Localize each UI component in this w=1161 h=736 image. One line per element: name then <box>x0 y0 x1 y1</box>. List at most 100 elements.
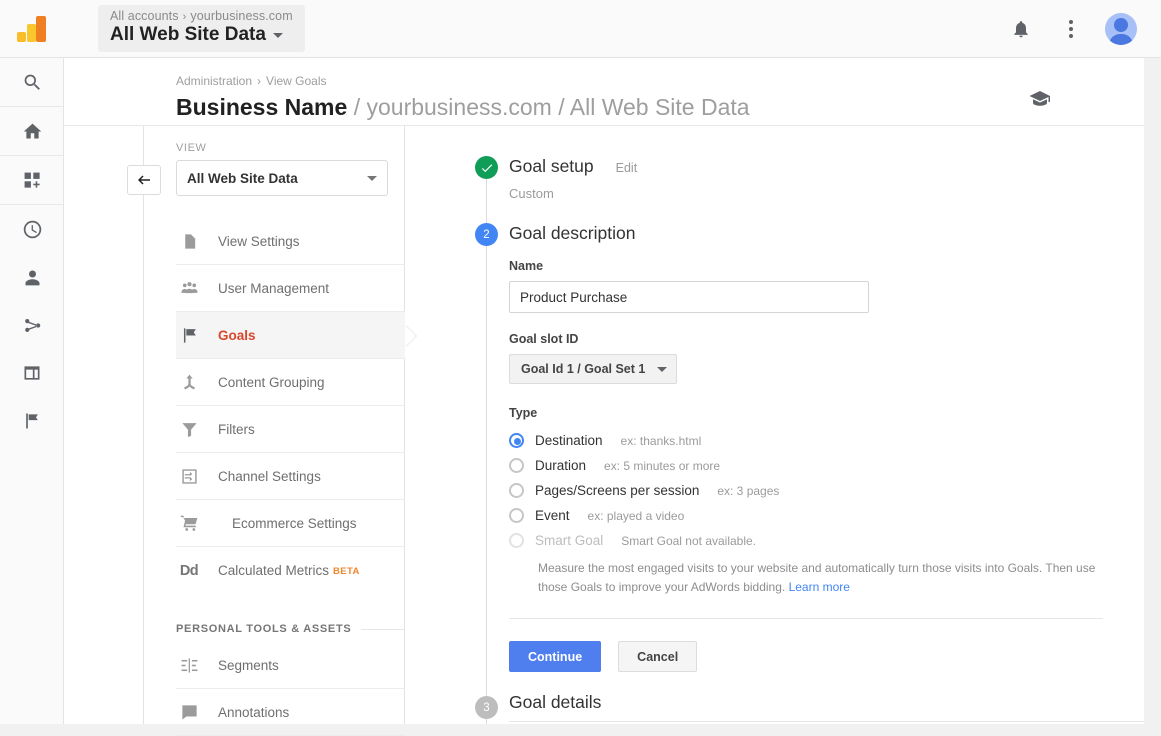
shopping-cart-icon <box>178 514 200 533</box>
dd-icon: Dd <box>179 562 199 579</box>
breadcrumb-separator-icon: › <box>257 74 262 88</box>
page-title: Business Name / yourbusiness.com / All W… <box>176 94 1144 121</box>
step-1-check-icon <box>475 156 498 179</box>
radio-pages-per-session[interactable]: Pages/Screens per session ex: 3 pages <box>509 478 1144 503</box>
sidebar-item-label-ecommerce: Ecommerce Settings <box>232 515 357 531</box>
view-nav-list: View Settings User Management Goals Cont… <box>140 218 416 736</box>
funnel-icon <box>178 420 200 439</box>
view-name-title[interactable]: All Web Site Data <box>110 24 293 46</box>
step-goal-setup: Goal setup Edit Custom <box>405 156 1144 201</box>
sidebar-item-label: User Management <box>218 280 330 296</box>
flag-icon <box>178 326 200 345</box>
document-icon <box>178 233 200 250</box>
goal-slot-group: Goal slot ID Goal Id 1 / Goal Set 1 <box>509 332 1144 384</box>
channel-settings-icon <box>178 467 200 486</box>
customization-icon[interactable] <box>0 156 64 204</box>
step-goal-details: 3 Goal details <box>405 692 1144 723</box>
goal-slot-value: Goal Id 1 / Goal Set 1 <box>521 362 646 376</box>
realtime-clock-icon[interactable] <box>0 205 64 253</box>
behavior-window-icon[interactable] <box>0 349 64 397</box>
search-icon[interactable] <box>0 58 64 106</box>
step-2-title: Goal description <box>509 223 636 243</box>
radio-pages-per-session-indicator[interactable] <box>509 483 524 498</box>
graduation-cap-icon[interactable] <box>1028 86 1052 115</box>
goal-slot-select[interactable]: Goal Id 1 / Goal Set 1 <box>509 354 678 384</box>
sidebar-item-calculated-metrics[interactable]: Dd Calculated Metrics BETA <box>176 547 405 594</box>
radio-event-hint: ex: played a video <box>587 508 685 523</box>
conversions-flag-icon[interactable] <box>0 397 64 445</box>
step-1-title: Goal setup <box>509 156 594 176</box>
step-1-header: Goal setup Edit <box>509 156 1144 177</box>
sidebar-item-label: Calculated Metrics <box>218 563 330 578</box>
sidebar-item-label: Content Grouping <box>218 374 325 390</box>
page-canvas: Administration › View Goals Business Name … <box>64 58 1144 736</box>
breadcrumb-account-name[interactable]: yourbusiness.com <box>190 9 292 23</box>
section-divider <box>361 628 405 630</box>
kebab-menu-icon[interactable] <box>1049 7 1093 51</box>
left-nav-rail <box>0 58 64 724</box>
sidebar-item-filters[interactable]: Filters <box>176 406 405 453</box>
form-divider <box>509 618 1103 620</box>
radio-event[interactable]: Event ex: played a video <box>509 503 1144 528</box>
step-goal-description: 2 Goal description Name Goal slot ID Goa… <box>405 223 1144 673</box>
top-bar-actions <box>999 7 1161 51</box>
account-breadcrumb: All accounts › yourbusiness.com <box>110 9 293 23</box>
radio-destination[interactable]: Destination ex: thanks.html <box>509 428 1144 453</box>
continue-button[interactable]: Continue <box>509 641 602 673</box>
step-2-number: 2 <box>475 223 498 246</box>
name-label: Name <box>509 259 544 273</box>
sidebar-item-label: Filters <box>218 421 255 437</box>
top-bar: All accounts › yourbusiness.com All Web Si… <box>0 0 1161 58</box>
breadcrumb-all-accounts[interactable]: All accounts <box>110 9 179 23</box>
back-arrow-icon[interactable] <box>127 165 161 195</box>
goal-name-input[interactable] <box>509 281 869 313</box>
step-3-number: 3 <box>475 696 498 720</box>
type-label: Type <box>509 406 538 420</box>
radio-destination-indicator[interactable] <box>509 433 524 448</box>
bell-icon[interactable] <box>999 7 1043 51</box>
sidebar-item-goals[interactable]: Goals <box>176 312 416 359</box>
sidebar-item-channel-settings[interactable]: Channel Settings <box>176 453 405 500</box>
audience-person-icon[interactable] <box>0 253 64 301</box>
acquisition-share-icon[interactable] <box>0 301 64 349</box>
form-actions: Continue Cancel <box>509 641 1144 673</box>
radio-duration[interactable]: Duration ex: 5 minutes or more <box>509 453 1144 478</box>
radio-smart-goal-indicator <box>509 533 524 548</box>
breadcrumb-separator-icon: › <box>182 11 187 23</box>
avatar[interactable] <box>1099 7 1143 51</box>
account-selector[interactable]: All accounts › yourbusiness.com All Web Si… <box>98 5 305 52</box>
radio-smart-goal: Smart Goal Smart Goal not available. <box>509 528 1144 553</box>
sidebar-item-label: Segments <box>218 657 279 673</box>
learn-more-link[interactable]: Learn more <box>789 580 850 594</box>
edit-link[interactable]: Edit <box>616 161 638 175</box>
radio-destination-label: Destination <box>535 433 603 448</box>
goal-steps: Goal setup Edit Custom 2 Goal descriptio… <box>405 126 1144 724</box>
radio-event-indicator[interactable] <box>509 508 524 523</box>
sidebar-item-user-management[interactable]: User Management <box>176 265 405 312</box>
sidebar-rail-line <box>143 126 144 724</box>
view-name-label: All Web Site Data <box>110 24 266 45</box>
radio-duration-hint: ex: 5 minutes or more <box>604 458 721 473</box>
radio-smart-goal-hint: Smart Goal not available. <box>621 533 757 548</box>
people-icon <box>178 279 200 298</box>
google-analytics-logo[interactable] <box>0 15 64 42</box>
radio-event-label: Event <box>535 508 570 523</box>
view-select[interactable]: All Web Site Data <box>176 160 388 196</box>
page-title-account: Business Name <box>176 94 348 120</box>
breadcrumb-view-goals[interactable]: View Goals <box>266 74 326 88</box>
type-group: Type Destination ex: thanks.html Duratio… <box>509 406 1144 596</box>
sidebar-item-segments[interactable]: Segments <box>176 642 405 689</box>
sidebar-item-annotations[interactable]: Annotations <box>176 689 405 736</box>
cancel-button[interactable]: Cancel <box>618 641 698 673</box>
name-field-group: Name <box>509 259 1144 313</box>
radio-duration-indicator[interactable] <box>509 458 524 473</box>
sidebar-item-ecommerce-settings[interactable]: Ecommerce Settings <box>176 500 405 547</box>
view-section-label: VIEW <box>176 142 207 154</box>
page-header: Administration › View Goals Business Name … <box>64 58 1144 126</box>
breadcrumb-administration[interactable]: Administration <box>176 74 252 88</box>
sidebar-item-view-settings[interactable]: View Settings <box>176 218 405 265</box>
section-title: PERSONAL TOOLS & ASSETS <box>176 623 352 635</box>
home-icon[interactable] <box>0 107 64 155</box>
smart-goal-help-text: Measure the most engaged visits to your … <box>538 559 1098 596</box>
sidebar-item-content-grouping[interactable]: Content Grouping <box>176 359 405 406</box>
